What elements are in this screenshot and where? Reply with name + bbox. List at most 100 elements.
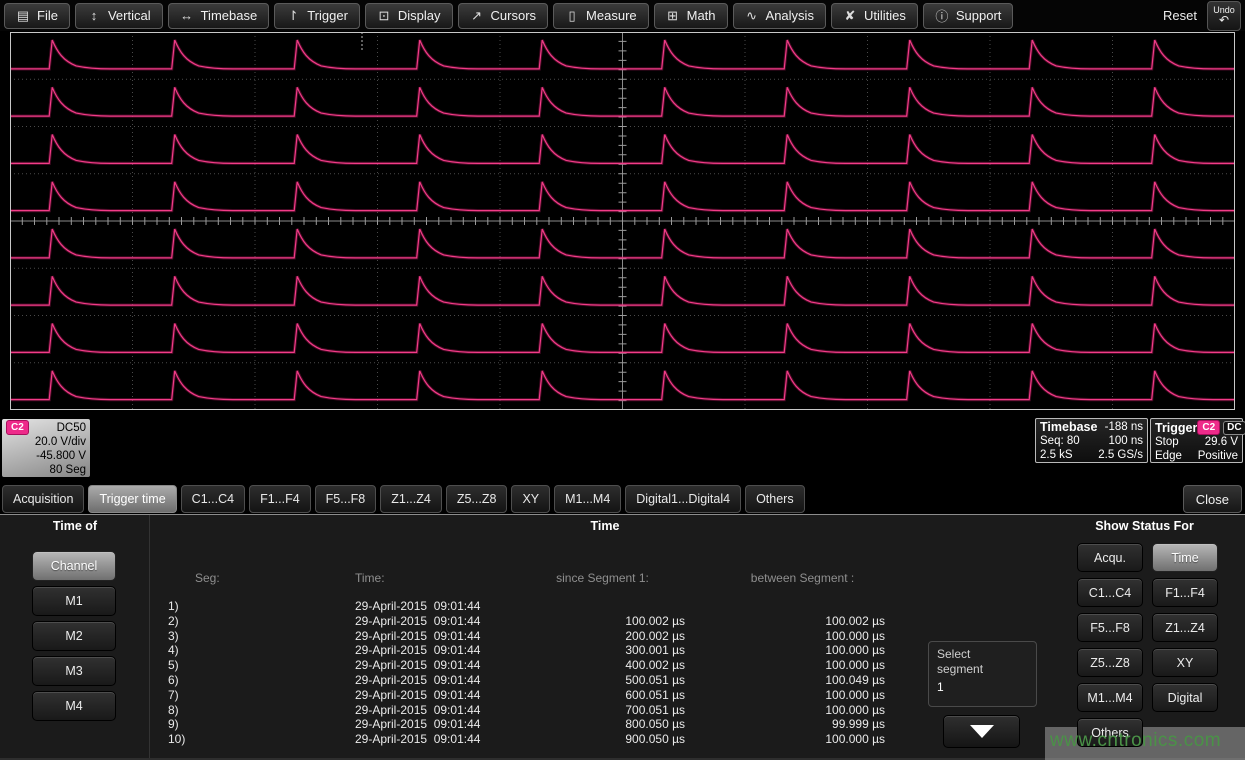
timebase-descriptor[interactable]: Timebase -188 ns Seq: 80 100 ns 2.5 kS 2… bbox=[1035, 418, 1148, 463]
table-row: 4)29-April-2015 09:01:44300.001 µs100.00… bbox=[150, 643, 930, 658]
tools-icon: ✘ bbox=[843, 8, 857, 24]
menu-item-label: Trigger bbox=[307, 8, 348, 23]
status-button-z1-z4[interactable]: Z1...Z4 bbox=[1152, 613, 1218, 642]
channel-c2-badge: C2 bbox=[6, 420, 29, 435]
status-button-m1-m4[interactable]: M1...M4 bbox=[1077, 683, 1143, 712]
timebase-perdiv: 100 ns bbox=[1108, 434, 1143, 448]
channel-segments: 80 Seg bbox=[6, 463, 86, 477]
menu-right-group: Reset Undo ↶ bbox=[1161, 1, 1241, 31]
tab-f5-f8[interactable]: F5...F8 bbox=[315, 485, 377, 513]
channel-descriptor-c2[interactable]: C2 DC50 20.0 V/div -45.800 V 80 Seg bbox=[2, 419, 90, 477]
table-row: 9)29-April-2015 09:01:44800.050 µs99.999… bbox=[150, 717, 930, 732]
time-of-button-m1[interactable]: M1 bbox=[32, 586, 116, 616]
select-segment-field[interactable]: Select segment 1 bbox=[928, 641, 1037, 707]
menu-item-label: File bbox=[37, 8, 58, 23]
cell-time: 29-April-2015 09:01:44 bbox=[355, 629, 480, 643]
cell-since: 800.050 µs bbox=[520, 717, 685, 731]
cell-seg: 5) bbox=[168, 658, 179, 672]
status-button-time[interactable]: Time bbox=[1152, 543, 1218, 572]
menu-item-display[interactable]: ⊡Display bbox=[365, 3, 453, 29]
time-of-button-m4[interactable]: M4 bbox=[32, 691, 116, 721]
tab-z5-z8[interactable]: Z5...Z8 bbox=[446, 485, 508, 513]
monitor-icon: ⊡ bbox=[377, 8, 391, 24]
cell-time: 29-April-2015 09:01:44 bbox=[355, 658, 480, 672]
tab-trigger-time[interactable]: Trigger time bbox=[88, 485, 176, 513]
status-button-xy[interactable]: XY bbox=[1152, 648, 1218, 677]
time-of-button-channel[interactable]: Channel bbox=[32, 551, 116, 581]
status-button-z5-z8[interactable]: Z5...Z8 bbox=[1077, 648, 1143, 677]
close-button[interactable]: Close bbox=[1183, 485, 1242, 513]
tab-f1-f4[interactable]: F1...F4 bbox=[249, 485, 311, 513]
show-status-title: Show Status For bbox=[1062, 519, 1227, 533]
menu-item-math[interactable]: ⊞Math bbox=[654, 3, 728, 29]
cell-seg: 8) bbox=[168, 703, 179, 717]
trigger-edge-icon: ↾ bbox=[286, 8, 300, 24]
status-button-acqu[interactable]: Acqu. bbox=[1077, 543, 1143, 572]
menu-item-analysis[interactable]: ∿ Analysis bbox=[733, 3, 826, 29]
menu-item-label: Math bbox=[687, 8, 716, 23]
ruler-icon: ▯ bbox=[565, 8, 579, 24]
trigger-coupling-badge: DC bbox=[1223, 421, 1245, 435]
menu-item-file[interactable]: ▤ File bbox=[4, 3, 70, 29]
menu-item-support[interactable]: ⓘSupport bbox=[923, 3, 1014, 29]
cell-time: 29-April-2015 09:01:44 bbox=[355, 703, 480, 717]
menu-item-label: Vertical bbox=[108, 8, 151, 23]
dialog-tab-bar: AcquisitionTrigger timeC1...C4F1...F4F5.… bbox=[0, 483, 1245, 515]
horizontal-arrows-icon: ↔ bbox=[180, 8, 194, 23]
trigger-mode: Stop bbox=[1155, 435, 1179, 449]
header-between-segment: between Segment : bbox=[720, 571, 885, 585]
timebase-samples: 2.5 kS bbox=[1040, 448, 1073, 462]
menu-item-vertical[interactable]: ↕Vertical bbox=[75, 3, 163, 29]
reset-button[interactable]: Reset bbox=[1161, 8, 1199, 23]
tab-z1-z4[interactable]: Z1...Z4 bbox=[380, 485, 442, 513]
menu-item-measure[interactable]: ▯ Measure bbox=[553, 3, 649, 29]
cell-seg: 3) bbox=[168, 629, 179, 643]
cell-between: 100.049 µs bbox=[720, 673, 885, 687]
undo-button[interactable]: Undo ↶ bbox=[1207, 1, 1241, 31]
cell-seg: 7) bbox=[168, 688, 179, 702]
timebase-title: Timebase bbox=[1040, 420, 1097, 434]
file-icon: ▤ bbox=[16, 8, 30, 24]
header-time: Time: bbox=[355, 571, 385, 585]
trigger-time-panel: Time of Time Show Status For Seg: Time: … bbox=[0, 515, 1245, 760]
tab-digital1-digital4[interactable]: Digital1...Digital4 bbox=[625, 485, 741, 513]
timebase-seq: Seq: 80 bbox=[1040, 434, 1080, 448]
status-button-c1-c4[interactable]: C1...C4 bbox=[1077, 578, 1143, 607]
tab-c1-c4[interactable]: C1...C4 bbox=[181, 485, 245, 513]
cell-seg: 4) bbox=[168, 643, 179, 657]
trigger-slope: Positive bbox=[1198, 449, 1238, 463]
menu-item-utilities[interactable]: ✘ Utilities bbox=[831, 3, 918, 29]
menu-item-label: Utilities bbox=[864, 8, 906, 23]
trigger-descriptor[interactable]: Trigger C2 DC Stop 29.6 V Edge Positive bbox=[1150, 418, 1243, 463]
cell-between: 100.000 µs bbox=[720, 703, 885, 717]
menu-bar: ▤File↕Vertical↔Timebase↾Trigger⊡Display↗… bbox=[0, 0, 1245, 31]
status-button-f1-f4[interactable]: F1...F4 bbox=[1152, 578, 1218, 607]
tab-acquisition[interactable]: Acquisition bbox=[2, 485, 84, 513]
tab-xy[interactable]: XY bbox=[511, 485, 550, 513]
menu-item-trigger[interactable]: ↾ Trigger bbox=[274, 3, 360, 29]
segment-down-button[interactable] bbox=[943, 715, 1020, 748]
cell-between: 100.002 µs bbox=[720, 614, 885, 628]
cell-since: 400.002 µs bbox=[520, 658, 685, 672]
info-bar: C2 DC50 20.0 V/div -45.800 V 80 Seg Time… bbox=[0, 417, 1245, 483]
menu-item-label: Measure bbox=[586, 8, 637, 23]
select-segment-label-1: Select bbox=[937, 647, 1028, 662]
tab-m1-m4[interactable]: M1...M4 bbox=[554, 485, 621, 513]
menu-item-label: Support bbox=[956, 8, 1002, 23]
status-button-f5-f8[interactable]: F5...F8 bbox=[1077, 613, 1143, 642]
time-of-button-m3[interactable]: M3 bbox=[32, 656, 116, 686]
cell-seg: 9) bbox=[168, 717, 179, 731]
status-button-digital[interactable]: Digital bbox=[1152, 683, 1218, 712]
cursor-arrow-icon: ↗ bbox=[470, 8, 484, 24]
analysis-chart-icon: ∿ bbox=[745, 8, 759, 24]
trigger-time-table: Seg: Time: since Segment 1: between Segm… bbox=[150, 515, 930, 760]
cell-since: 700.051 µs bbox=[520, 703, 685, 717]
time-of-button-m2[interactable]: M2 bbox=[32, 621, 116, 651]
menu-item-cursors[interactable]: ↗Cursors bbox=[458, 3, 549, 29]
cell-since: 300.001 µs bbox=[520, 643, 685, 657]
menu-item-label: Analysis bbox=[766, 8, 814, 23]
menu-item-timebase[interactable]: ↔Timebase bbox=[168, 3, 270, 29]
table-row: 7)29-April-2015 09:01:44600.051 µs100.00… bbox=[150, 688, 930, 703]
tab-others[interactable]: Others bbox=[745, 485, 805, 513]
channel-offset: -45.800 V bbox=[6, 449, 86, 463]
